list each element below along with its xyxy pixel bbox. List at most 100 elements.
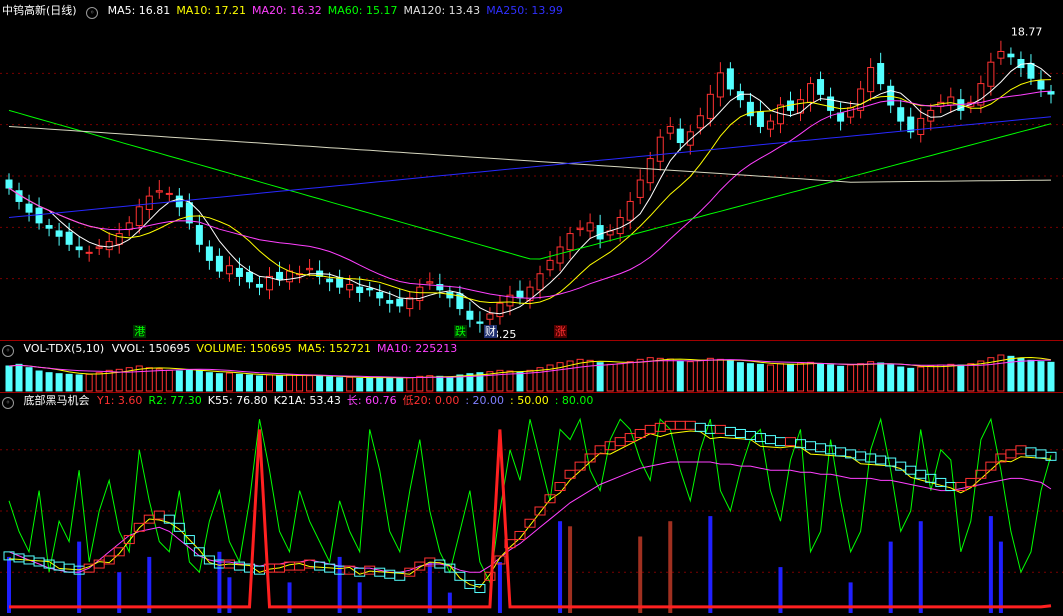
- indicator-chart[interactable]: [0, 393, 1063, 616]
- candle-body: [386, 300, 394, 304]
- volume-bar: [786, 363, 795, 392]
- volume-bar: [296, 374, 304, 392]
- volume-bar: [346, 376, 354, 392]
- event-tag[interactable]: 涨: [554, 325, 568, 338]
- candle-body: [286, 270, 294, 283]
- candle-body: [887, 85, 895, 106]
- candle-body: [706, 93, 714, 119]
- candle-body: [807, 83, 815, 103]
- volume-bar: [15, 363, 23, 392]
- settings-icon[interactable]: ◦: [2, 397, 14, 409]
- candle-body: [85, 251, 93, 254]
- ma250-line: [8, 116, 1052, 218]
- k55-box: [153, 510, 165, 520]
- settings-icon[interactable]: ◦: [2, 345, 14, 357]
- volume-bar: [897, 366, 905, 392]
- candle-body: [25, 203, 33, 213]
- legend-item: VOLUME: 150695: [196, 342, 292, 355]
- volume-bar: [35, 370, 43, 392]
- volume-bar: [867, 361, 875, 392]
- k55-box: [674, 420, 686, 430]
- candle-body: [496, 302, 504, 318]
- candle-body: [566, 233, 574, 251]
- candle-body: [616, 217, 624, 235]
- volume-bar: [797, 362, 805, 392]
- volume-bar: [616, 363, 624, 392]
- k55-box: [815, 443, 827, 453]
- legend-item: VVOL: 150695: [111, 342, 191, 355]
- candle-body: [326, 278, 334, 283]
- volume-bar: [877, 362, 885, 392]
- volume-indicator-name: VOL-TDX(5,10): [23, 342, 105, 355]
- candle-body: [586, 222, 594, 232]
- candle-body: [336, 277, 344, 288]
- k55-box: [694, 422, 706, 432]
- candle-body: [5, 179, 13, 189]
- candle-body: [195, 225, 203, 245]
- candle-body: [676, 128, 684, 144]
- k55-box: [774, 437, 786, 447]
- candle-body: [65, 231, 73, 245]
- volume-bar: [225, 372, 233, 392]
- legend-item: MA120: 13.43: [403, 4, 481, 17]
- k55-box: [764, 435, 776, 445]
- indicator-pane[interactable]: ◦ 底部黑马机会 Y1: 3.60 R2: 77.30 K55: 76.80 K21A…: [0, 393, 1063, 616]
- legend-item: MA250: 13.99: [486, 4, 563, 17]
- candle-body: [1047, 91, 1055, 95]
- volume-bar: [917, 366, 925, 392]
- event-tag[interactable]: 财: [483, 325, 497, 338]
- candle-body: [235, 267, 243, 277]
- k55-box: [885, 457, 897, 467]
- event-tag[interactable]: 跌: [453, 325, 467, 338]
- legend-item: R2: 77.30: [148, 394, 202, 407]
- volume-bar: [215, 373, 223, 392]
- volume-bar: [85, 373, 93, 392]
- legend-item: MA10: 17.21: [176, 4, 247, 17]
- volume-bar: [306, 375, 314, 392]
- signal-bar: [447, 592, 452, 613]
- k21a-line: [8, 461, 1052, 573]
- volume-bar: [386, 377, 394, 392]
- signal-bar: [888, 541, 893, 613]
- legend-item: 低20: 0.00: [402, 394, 460, 407]
- volume-bar: [65, 373, 73, 392]
- signal-bar: [217, 551, 222, 613]
- legend-item: MA5: 152721: [297, 342, 372, 355]
- volume-bar: [776, 363, 784, 392]
- volume-bar: [756, 363, 764, 392]
- volume-bar: [205, 372, 213, 392]
- signal-bar: [287, 582, 292, 613]
- volume-pane[interactable]: ◦ VOL-TDX(5,10) VVOL: 150695 VOLUME: 1506…: [0, 341, 1063, 392]
- candle-body: [476, 321, 484, 324]
- volume-bar: [366, 377, 374, 392]
- candle-body: [115, 233, 123, 245]
- signal-bar: [638, 536, 643, 613]
- event-tag[interactable]: 港: [133, 325, 147, 338]
- volume-bar: [957, 364, 965, 392]
- high-price-label: 18.77: [1011, 25, 1043, 38]
- volume-bar: [716, 358, 724, 392]
- price-chart[interactable]: 18.778.25: [0, 0, 1063, 340]
- k55-box: [554, 482, 566, 492]
- settings-icon[interactable]: ◦: [86, 7, 99, 19]
- volume-bar: [416, 375, 424, 392]
- k55-line: [8, 430, 1052, 588]
- signal-bar: [708, 516, 713, 613]
- volume-bar: [686, 361, 694, 392]
- volume-bar: [847, 364, 855, 392]
- signal-bar: [568, 526, 573, 613]
- price-pane[interactable]: 18.77 8.25 中钨高新(日线) ◦ MA5: 16.81 MA10: 17.…: [0, 0, 1063, 340]
- volume-bar: [1037, 361, 1045, 392]
- candle-body: [205, 246, 213, 261]
- volume-bar: [175, 370, 183, 392]
- candle-body: [666, 125, 674, 134]
- signal-bar: [77, 541, 82, 613]
- candle-body: [255, 283, 263, 288]
- volume-bar: [646, 357, 654, 392]
- volume-bar: [185, 369, 193, 392]
- candle-body: [766, 120, 774, 130]
- candle-body: [1037, 80, 1045, 90]
- k55-box: [614, 437, 626, 447]
- volume-bar: [1027, 359, 1035, 392]
- candle-body: [356, 286, 364, 294]
